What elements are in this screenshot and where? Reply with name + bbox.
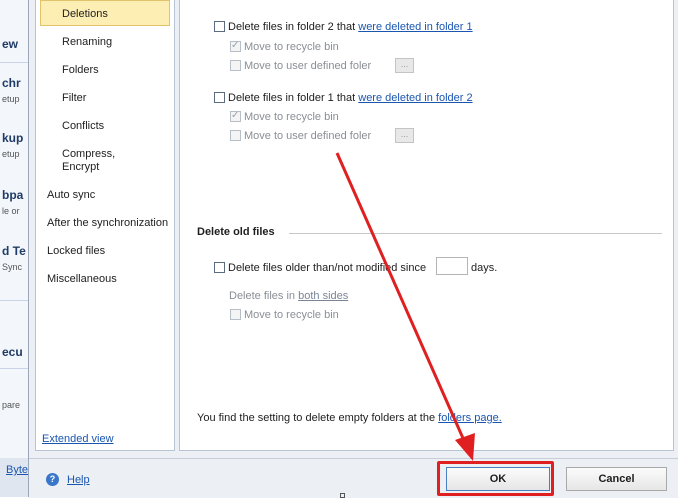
delete-in-folder1-checkbox[interactable] bbox=[214, 92, 225, 103]
group1-user-folder-checkbox[interactable] bbox=[230, 60, 241, 71]
sidebar-item-renaming[interactable]: Renaming bbox=[62, 36, 112, 49]
bg-taskbar: Byte bbox=[0, 458, 28, 497]
delete-in-folder2-option: Delete files in folder 2 that were delet… bbox=[214, 20, 473, 34]
bg-text: d Te bbox=[2, 244, 26, 258]
sidebar-item-deletions[interactable]: Deletions bbox=[40, 0, 170, 26]
bg-text: chr bbox=[2, 76, 21, 90]
old-files-recycle-checkbox[interactable] bbox=[230, 309, 241, 320]
sidebar-item-miscellaneous[interactable]: Miscellaneous bbox=[47, 273, 117, 286]
delete-old-files-checkbox[interactable] bbox=[214, 262, 225, 273]
group1-user-folder-option: Move to user defined foler bbox=[230, 59, 371, 73]
bg-text: ew bbox=[2, 37, 19, 51]
background-app-strip: ew chr etup kup etup bpa le or d Te Sync… bbox=[0, 0, 28, 497]
delete-in-folder2-checkbox[interactable] bbox=[214, 21, 225, 32]
group1-user-folder-label: Move to user defined foler bbox=[244, 60, 372, 72]
help-icon[interactable]: ? bbox=[46, 473, 59, 486]
bg-text: kup bbox=[2, 131, 24, 145]
deleted-in-folder1-link[interactable]: were deleted in folder 1 bbox=[358, 21, 472, 33]
resize-grip-icon bbox=[340, 493, 345, 498]
settings-sidebar: Deletions Renaming Folders Filter Confli… bbox=[35, 0, 175, 451]
extended-view-link[interactable]: Extended view bbox=[42, 433, 114, 445]
delete-in-folder2-label: Delete files in folder 2 that bbox=[228, 21, 356, 33]
ok-button[interactable]: OK bbox=[446, 467, 550, 491]
days-unit-label: days. bbox=[471, 262, 498, 274]
bg-text: etup bbox=[2, 94, 20, 104]
old-files-recycle-option: Move to recycle bin bbox=[230, 308, 339, 322]
group1-recycle-option: Move to recycle bin bbox=[230, 39, 339, 54]
bg-text: pare bbox=[2, 400, 21, 410]
group1-recycle-checkbox[interactable] bbox=[230, 39, 241, 53]
old-files-recycle-label: Move to recycle bin bbox=[244, 309, 339, 321]
delete-old-files-label: Delete files older than/not modified sin… bbox=[228, 262, 427, 274]
sidebar-item-compress-encrypt[interactable]: Compress, Encrypt bbox=[62, 148, 115, 174]
sidebar-item-after-sync[interactable]: After the synchronization bbox=[47, 217, 168, 230]
delete-in-folder1-option: Delete files in folder 1 that were delet… bbox=[214, 91, 473, 105]
bg-text: Sync bbox=[2, 262, 23, 272]
both-sides-link[interactable]: both sides bbox=[298, 290, 348, 302]
bg-divider bbox=[0, 300, 28, 301]
days-input[interactable] bbox=[436, 257, 468, 275]
delete-old-files-option: Delete files older than/not modified sin… bbox=[214, 261, 426, 275]
group1-browse-button[interactable]: ... bbox=[395, 58, 414, 73]
delete-in-sides-row: Delete files in both sides bbox=[229, 289, 348, 303]
empty-folders-hint: You find the setting to delete empty fol… bbox=[197, 411, 502, 425]
group2-user-folder-option: Move to user defined foler bbox=[230, 129, 371, 143]
deleted-in-folder2-link[interactable]: were deleted in folder 2 bbox=[358, 92, 472, 104]
group2-recycle-checkbox[interactable] bbox=[230, 109, 241, 123]
bg-link[interactable]: Byte bbox=[6, 464, 28, 476]
sidebar-item-filter[interactable]: Filter bbox=[62, 92, 86, 105]
sync-settings-dialog: Deletions Renaming Folders Filter Confli… bbox=[28, 0, 678, 498]
deletions-settings-panel: Delete files in folder 2 that were delet… bbox=[179, 0, 674, 451]
delete-in-folder1-label: Delete files in folder 1 that bbox=[228, 92, 356, 104]
sidebar-item-conflicts[interactable]: Conflicts bbox=[62, 120, 104, 133]
group2-recycle-label: Move to recycle bin bbox=[244, 111, 339, 123]
bg-text: bpa bbox=[2, 188, 24, 202]
folders-page-link[interactable]: folders page. bbox=[438, 412, 502, 424]
bg-divider bbox=[0, 62, 28, 63]
bg-divider bbox=[0, 368, 28, 369]
group1-recycle-label: Move to recycle bin bbox=[244, 41, 339, 53]
bg-text: etup bbox=[2, 149, 20, 159]
sidebar-item-label: Deletions bbox=[62, 8, 108, 20]
dialog-footer: ? Help OK Cancel bbox=[29, 458, 678, 498]
group2-browse-button[interactable]: ... bbox=[395, 128, 414, 143]
empty-folders-hint-text: You find the setting to delete empty fol… bbox=[197, 412, 436, 424]
group2-user-folder-label: Move to user defined foler bbox=[244, 130, 372, 142]
group2-recycle-option: Move to recycle bin bbox=[230, 109, 339, 124]
delete-in-label: Delete files in bbox=[229, 290, 296, 302]
sidebar-item-folders[interactable]: Folders bbox=[62, 64, 99, 77]
bg-text: le or bbox=[2, 206, 20, 216]
bg-text: ecu bbox=[2, 345, 23, 359]
sidebar-item-auto-sync[interactable]: Auto sync bbox=[47, 189, 95, 202]
group2-user-folder-checkbox[interactable] bbox=[230, 130, 241, 141]
delete-old-files-title: Delete old files bbox=[197, 226, 275, 238]
section-divider bbox=[289, 233, 662, 234]
cancel-button[interactable]: Cancel bbox=[566, 467, 667, 491]
sidebar-item-locked-files[interactable]: Locked files bbox=[47, 245, 105, 258]
help-link[interactable]: Help bbox=[67, 474, 90, 486]
